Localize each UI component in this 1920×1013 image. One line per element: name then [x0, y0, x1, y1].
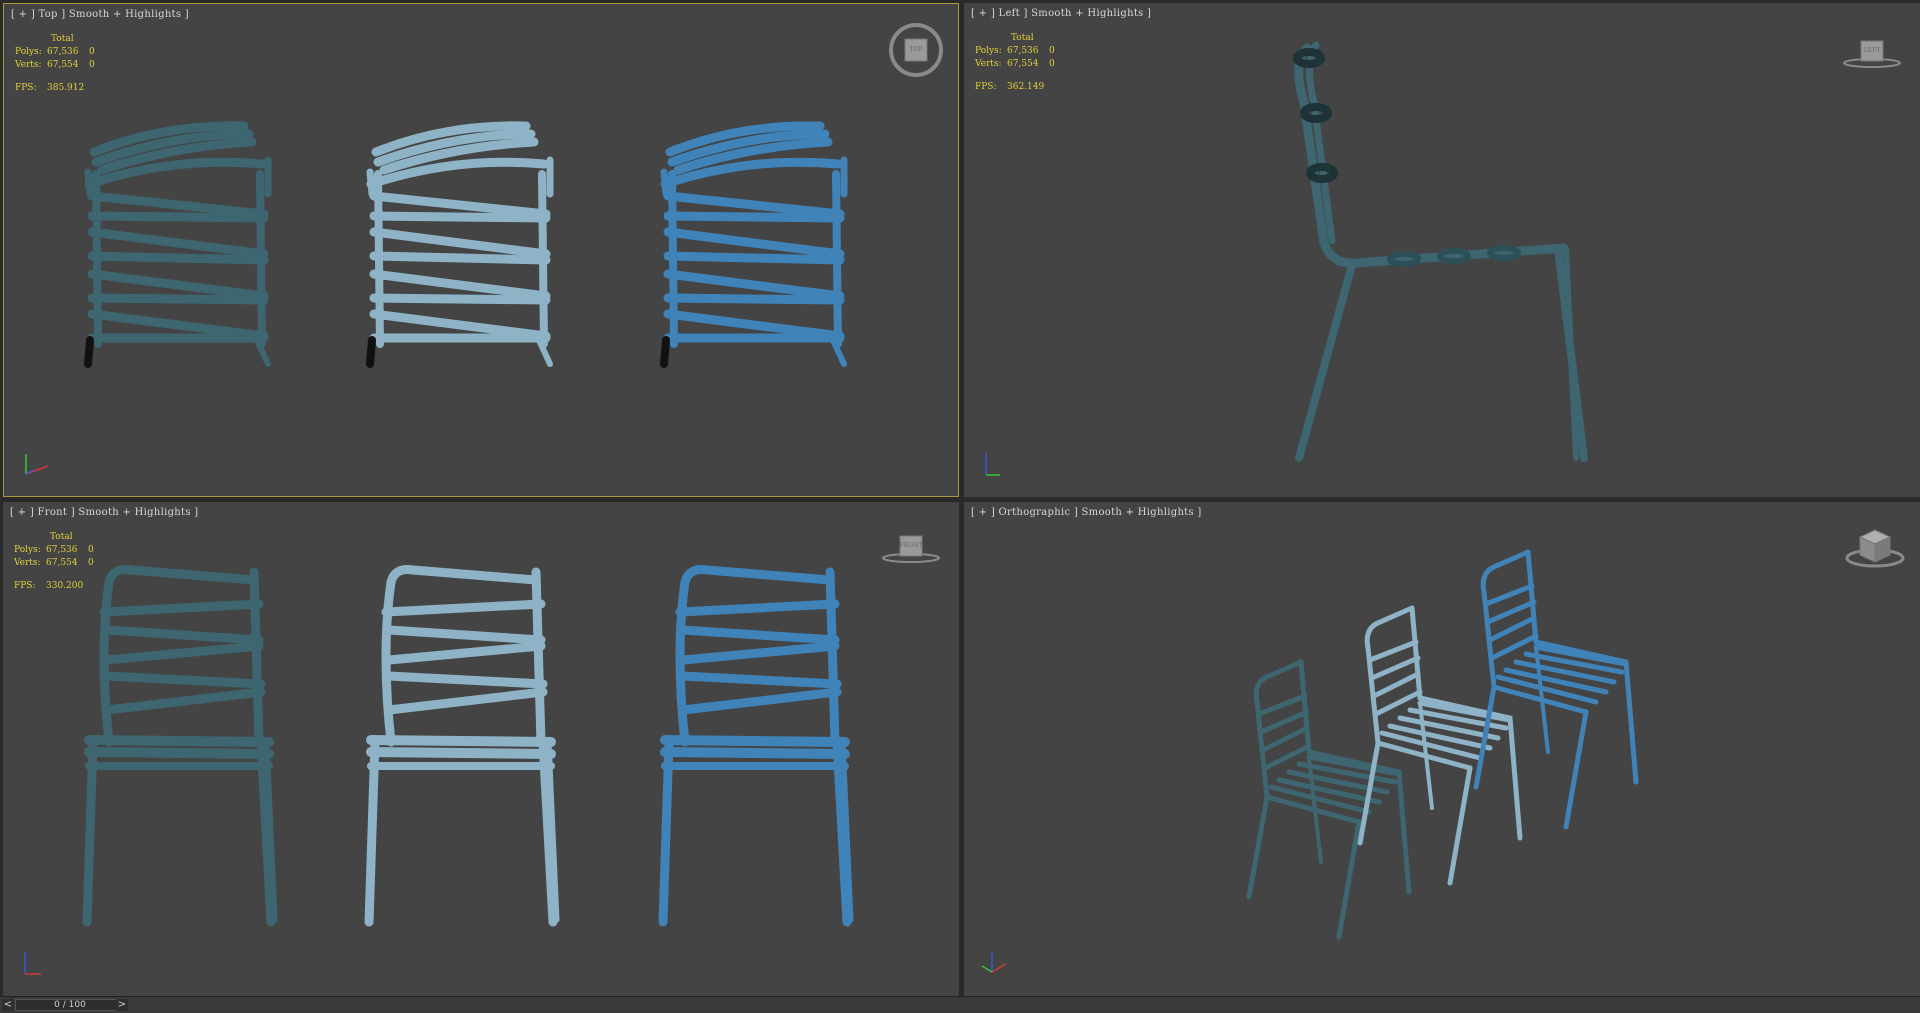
- scene-front-chairs[interactable]: [3, 502, 959, 996]
- time-slider-bar: < 0 / 100 >: [0, 996, 1920, 1013]
- viewcube-label: FRONT: [899, 542, 923, 549]
- chair-dark-top[interactable]: [88, 126, 268, 364]
- time-slider[interactable]: 0 / 100: [15, 999, 125, 1011]
- chair-dark-ortho[interactable]: [1249, 662, 1409, 937]
- scene-ortho-chairs[interactable]: [964, 502, 1920, 996]
- viewport-front[interactable]: [ + ] Front ] Smooth + Highlights ] Tota…: [3, 502, 959, 996]
- scene-top-chairs[interactable]: [4, 4, 959, 497]
- next-frame-button[interactable]: >: [116, 999, 128, 1011]
- viewport-top[interactable]: [ + ] Top ] Smooth + Highlights ] Total …: [3, 3, 959, 497]
- viewcube-top[interactable]: TOP: [888, 22, 944, 80]
- viewcube-label: LEFT: [1863, 47, 1881, 54]
- scene-left-chair[interactable]: [964, 3, 1920, 497]
- chair-light-ortho[interactable]: [1360, 608, 1520, 883]
- viewcube-ortho[interactable]: [1844, 526, 1906, 576]
- viewcube-front[interactable]: FRONT: [881, 532, 941, 574]
- chair-dark-front[interactable]: [87, 570, 275, 923]
- chair-blue-ortho[interactable]: [1476, 552, 1636, 827]
- axis-tripod: [25, 454, 49, 475]
- viewcube-label: TOP: [909, 46, 923, 53]
- chair-light-top[interactable]: [370, 126, 550, 364]
- chair-blue-top[interactable]: [664, 126, 844, 364]
- prev-frame-button[interactable]: <: [2, 999, 14, 1011]
- max-workspace: [ + ] Top ] Smooth + Highlights ] Total …: [0, 0, 1920, 1013]
- chair-side-left[interactable]: [1293, 41, 1588, 462]
- chair-blue-front[interactable]: [663, 570, 851, 923]
- viewcube-left[interactable]: LEFT: [1842, 33, 1902, 75]
- viewport-left[interactable]: [ + ] Left ] Smooth + Highlights ] Total…: [964, 3, 1920, 497]
- viewport-orthographic[interactable]: [ + ] Orthographic ] Smooth + Highlights…: [964, 502, 1920, 996]
- axis-tripod: [985, 453, 1000, 476]
- axis-tripod: [24, 952, 41, 975]
- chair-light-front[interactable]: [369, 570, 557, 923]
- axis-tripod: [981, 952, 1007, 973]
